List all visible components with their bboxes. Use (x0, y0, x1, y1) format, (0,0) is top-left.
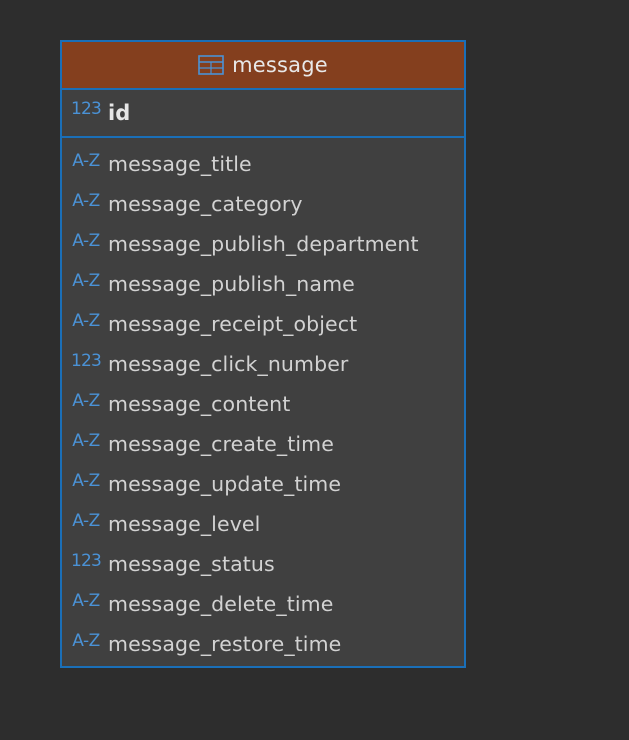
entity-header[interactable]: message (62, 42, 464, 90)
attribute-row[interactable]: A-Z message_publish_name (62, 264, 464, 304)
numeric-type-icon: 123 (70, 99, 102, 119)
attribute-name: message_receipt_object (108, 312, 358, 336)
attribute-row[interactable]: A-Z message_publish_department (62, 224, 464, 264)
primary-key-row[interactable]: 123 id (62, 90, 464, 138)
entity-message[interactable]: message 123 id A-Z message_title A-Z mes… (60, 40, 466, 668)
attribute-name: message_publish_department (108, 232, 419, 256)
attribute-name: message_category (108, 192, 303, 216)
primary-key-name: id (108, 101, 131, 125)
text-type-icon: A-Z (72, 631, 100, 651)
attribute-row[interactable]: A-Z message_receipt_object (62, 304, 464, 344)
attribute-row[interactable]: A-Z message_content (62, 384, 464, 424)
text-type-icon: A-Z (72, 271, 100, 291)
attribute-name: message_title (108, 152, 252, 176)
attribute-name: message_publish_name (108, 272, 355, 296)
attribute-name: message_status (108, 552, 275, 576)
attribute-name: message_level (108, 512, 261, 536)
attribute-row[interactable]: 123 message_click_number (62, 344, 464, 384)
attribute-row[interactable]: A-Z message_title (62, 144, 464, 184)
attribute-row[interactable]: 123 message_status (62, 544, 464, 584)
text-type-icon: A-Z (72, 191, 100, 211)
attribute-row[interactable]: A-Z message_level (62, 504, 464, 544)
attribute-row[interactable]: A-Z message_create_time (62, 424, 464, 464)
attribute-list: A-Z message_title A-Z message_category A… (62, 138, 464, 664)
text-type-icon: A-Z (72, 231, 100, 251)
attribute-row[interactable]: A-Z message_restore_time (62, 624, 464, 664)
attribute-row[interactable]: A-Z message_update_time (62, 464, 464, 504)
attribute-name: message_restore_time (108, 632, 342, 656)
text-type-icon: A-Z (72, 311, 100, 331)
attribute-row[interactable]: A-Z message_delete_time (62, 584, 464, 624)
text-type-icon: A-Z (72, 471, 100, 491)
attribute-name: message_delete_time (108, 592, 334, 616)
attribute-name: message_update_time (108, 472, 342, 496)
table-icon (198, 55, 224, 75)
attribute-name: message_content (108, 392, 291, 416)
numeric-type-icon: 123 (70, 351, 102, 371)
numeric-type-icon: 123 (70, 551, 102, 571)
attribute-name: message_click_number (108, 352, 349, 376)
text-type-icon: A-Z (72, 591, 100, 611)
attribute-row[interactable]: A-Z message_category (62, 184, 464, 224)
entity-title: message (232, 53, 328, 77)
text-type-icon: A-Z (72, 431, 100, 451)
text-type-icon: A-Z (72, 391, 100, 411)
text-type-icon: A-Z (72, 511, 100, 531)
text-type-icon: A-Z (72, 151, 100, 171)
attribute-name: message_create_time (108, 432, 334, 456)
diagram-canvas: message 123 id A-Z message_title A-Z mes… (0, 0, 629, 740)
